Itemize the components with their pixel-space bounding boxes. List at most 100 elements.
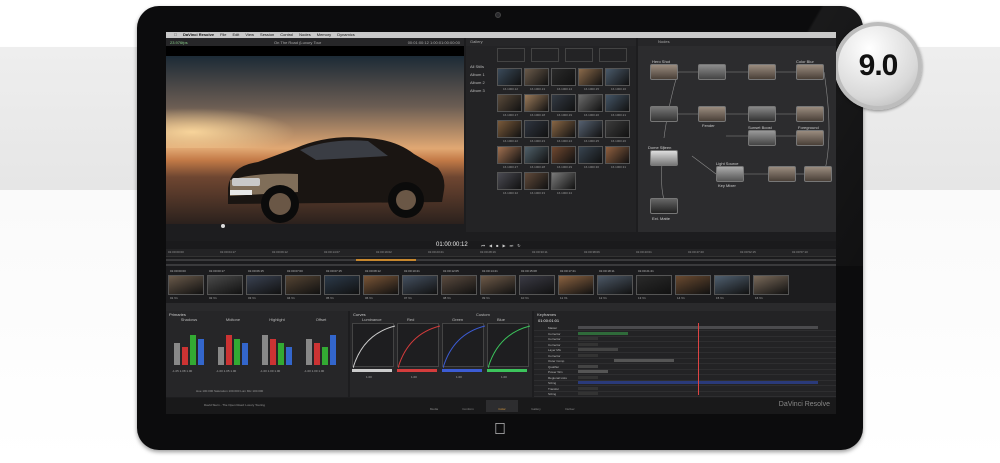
keyframe-bar[interactable] [578, 370, 608, 373]
wheel-channel-bar[interactable] [278, 343, 284, 365]
gallery-still[interactable]: 16.1000.15 [578, 68, 603, 91]
primary-wheel[interactable]: Offset -1.00 1.00 1.00 [304, 317, 338, 373]
node-graph-panel[interactable]: Hero Shot Color Blur Fender Sunset Boost… [638, 46, 836, 232]
node-7[interactable] [748, 106, 776, 122]
node-light-source[interactable] [716, 166, 744, 182]
keyframe-row[interactable]: Sizing [534, 391, 836, 397]
gallery-still[interactable]: 16.1000.18 [524, 94, 549, 117]
gallery-still[interactable]: 16.1000.29 [551, 146, 576, 169]
keyframe-bar[interactable] [578, 375, 598, 379]
wheel-channel-bar[interactable] [234, 339, 240, 365]
gallery-slot[interactable] [497, 48, 525, 62]
primary-wheel[interactable]: Highlight -1.00 1.00 1.00 [260, 317, 294, 373]
gallery-still[interactable]: 16.1000.33 [524, 172, 549, 195]
gallery-still[interactable]: 16.1000.23 [524, 120, 549, 143]
album-2[interactable]: Album 2 [470, 80, 485, 85]
curve-graph[interactable] [487, 323, 531, 369]
page-tab-media[interactable]: Media [418, 400, 450, 412]
keyframe-bar[interactable] [614, 359, 674, 362]
gallery-still[interactable]: 16.1000.20 [578, 94, 603, 117]
page-tab-conform[interactable]: Conform [452, 400, 484, 412]
loop-icon[interactable]: ↻ [517, 243, 520, 248]
node-5[interactable] [650, 106, 678, 122]
page-tab-color[interactable]: Color [486, 400, 518, 412]
timeline-clip[interactable] [597, 275, 633, 295]
album-all-stills[interactable]: All Stills [470, 64, 484, 69]
timeline-clip[interactable] [558, 275, 594, 295]
gallery-still[interactable]: 16.1000.12 [497, 68, 522, 91]
viewer-scrubber[interactable] [221, 224, 225, 228]
gallery-still[interactable]: 16.1000.17 [497, 94, 522, 117]
gallery-still[interactable]: 16.1000.24 [551, 120, 576, 143]
gallery-still[interactable]: 16.1000.30 [578, 146, 603, 169]
timeline-clip[interactable] [285, 275, 321, 295]
timeline-clip[interactable] [441, 275, 477, 295]
gallery-still[interactable]: 16.1000.13 [524, 68, 549, 91]
gallery-still[interactable]: 16.1000.25 [578, 120, 603, 143]
wheel-channel-bar[interactable] [242, 343, 248, 365]
skip-forward-icon[interactable]: ⏭ [510, 243, 514, 248]
node-hero-shot[interactable] [650, 64, 678, 80]
node-ext-matte[interactable] [650, 198, 678, 214]
wheel-channel-bar[interactable] [182, 347, 188, 365]
node-dome-sheen[interactable] [650, 150, 678, 166]
wheel-channel-bar[interactable] [198, 339, 204, 365]
keyframe-bar[interactable] [578, 364, 598, 368]
gallery-still[interactable]: 16.1000.34 [551, 172, 576, 195]
node-12[interactable] [768, 166, 796, 182]
timeline-clip[interactable] [168, 275, 204, 295]
node-color-blur[interactable] [796, 64, 824, 80]
gallery-still[interactable]: 16.1000.21 [605, 94, 630, 117]
keyframe-bar[interactable] [578, 342, 598, 346]
timeline-clip[interactable] [402, 275, 438, 295]
wheel-channel-bar[interactable] [226, 335, 232, 365]
curve-graph[interactable] [397, 323, 441, 369]
timeline-clip[interactable] [480, 275, 516, 295]
node-foreground[interactable] [796, 130, 824, 146]
viewer-panel[interactable] [166, 46, 464, 228]
timeline-clip[interactable] [636, 275, 672, 295]
wheel-channel-bar[interactable] [322, 347, 328, 365]
curve-graph[interactable] [442, 323, 486, 369]
wheel-channel-bar[interactable] [190, 335, 196, 365]
gallery-still[interactable]: 16.1000.19 [551, 94, 576, 117]
timeline-clip[interactable] [207, 275, 243, 295]
node-sunset-boost[interactable] [748, 130, 776, 146]
gallery-still[interactable]: 16.1000.28 [524, 146, 549, 169]
timeline-ruler[interactable]: 01:00:00:00 01:00:04:17 01:00:09:12 01:00:1… [166, 249, 836, 257]
gallery-slot[interactable] [565, 48, 593, 62]
page-tab-gallery[interactable]: Gallery [520, 400, 552, 412]
timeline-clip[interactable] [519, 275, 555, 295]
primary-wheel[interactable]: Midtone -1.00 1.05 1.00 [216, 317, 250, 373]
node-8[interactable] [796, 106, 824, 122]
node-13[interactable] [804, 166, 832, 182]
wheel-channel-bar[interactable] [314, 343, 320, 365]
node-2[interactable] [698, 64, 726, 80]
wheel-channel-bar[interactable] [270, 339, 276, 365]
curve-graph[interactable] [352, 323, 396, 369]
gallery-still[interactable]: 16.1000.31 [605, 146, 630, 169]
wheel-channel-bar[interactable] [306, 339, 312, 365]
timeline-clip[interactable] [363, 275, 399, 295]
gallery-still[interactable]: 16.1000.27 [497, 146, 522, 169]
gallery-still[interactable]: 16.1000.14 [551, 68, 576, 91]
album-3[interactable]: Album 3 [470, 88, 485, 93]
node-3[interactable] [748, 64, 776, 80]
gallery-slot[interactable] [599, 48, 627, 62]
wheel-channel-bar[interactable] [174, 343, 180, 365]
keyframe-bar[interactable] [578, 353, 598, 357]
keyframe-bar[interactable] [578, 348, 618, 351]
reverse-icon[interactable]: ◀ [489, 243, 492, 248]
keyframe-bar[interactable] [578, 331, 628, 335]
gallery-still[interactable]: 16.1000.16 [605, 68, 630, 91]
keyframe-playhead[interactable] [698, 323, 699, 395]
gallery-still[interactable]: 16.1000.32 [497, 172, 522, 195]
skip-back-icon[interactable]: ⏮ [481, 243, 485, 248]
primary-wheel[interactable]: Shadows -1.05 1.08 1.00 [172, 317, 206, 373]
gallery-still[interactable]: 16.1000.26 [605, 120, 630, 143]
curves-mode-select[interactable]: Custom [476, 312, 490, 317]
keyframe-bar[interactable] [578, 386, 598, 390]
node-fender[interactable] [698, 106, 726, 122]
timeline-clip[interactable] [246, 275, 282, 295]
timeline-clip[interactable] [324, 275, 360, 295]
